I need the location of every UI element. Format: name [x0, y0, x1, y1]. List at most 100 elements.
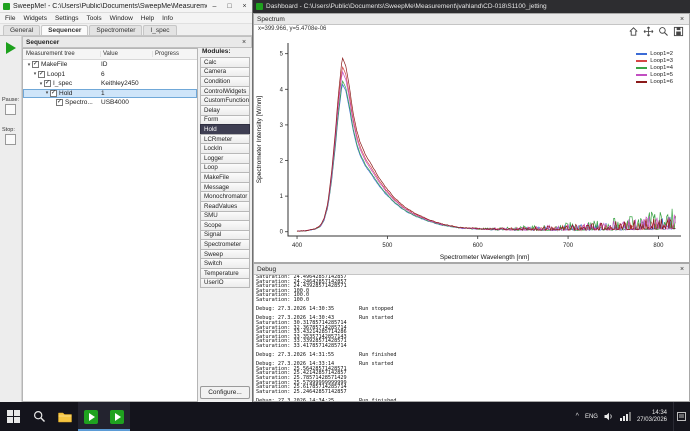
menu-help[interactable]: Help: [141, 15, 154, 22]
start-button[interactable]: [0, 402, 26, 431]
dashboard-app-icon: [256, 3, 263, 10]
notification-center-button[interactable]: [673, 402, 689, 431]
spectrum-panel-header: Spectrum ×: [254, 14, 689, 25]
close-icon[interactable]: ×: [678, 16, 686, 23]
tree-row-spectro[interactable]: ✓Spectro...USB4000: [23, 98, 197, 108]
file-explorer-button[interactable]: [52, 402, 78, 431]
cursor-readout: x=399.966, y=5.4708e-06: [258, 26, 326, 32]
checkbox-icon[interactable]: ✓: [38, 71, 45, 78]
legend-entry-loop12: Loop1=2: [636, 51, 673, 57]
tree-header-progress[interactable]: Progress: [153, 51, 197, 57]
menu-settings[interactable]: Settings: [55, 15, 79, 22]
tab-spectrometer[interactable]: Spectrometer: [89, 25, 142, 35]
sweepme-window: SweepMe! - C:\Users\Public\Documents\Swe…: [0, 0, 253, 402]
close-icon[interactable]: ×: [240, 39, 248, 46]
tab-sequencer[interactable]: Sequencer: [41, 25, 88, 35]
home-icon[interactable]: [628, 26, 639, 37]
x-tick-label: 400: [292, 243, 303, 249]
maximize-button[interactable]: □: [222, 0, 237, 12]
minimize-button[interactable]: –: [207, 0, 222, 12]
dashboard-window: Dashboard - C:\Users\Public\Documents\Sw…: [253, 0, 690, 402]
y-tick-label: 3: [280, 123, 284, 129]
close-button[interactable]: ×: [237, 0, 252, 12]
tree-header-value[interactable]: Value: [101, 51, 153, 57]
spectrum-panel: Spectrum × x=399.966, y=5.4708e-06 40050…: [253, 13, 690, 263]
close-icon[interactable]: ×: [678, 266, 686, 273]
sweepme-taskbar-button[interactable]: [78, 402, 104, 431]
language-indicator[interactable]: ENG: [585, 414, 598, 420]
sequencer-panel-header: Sequencer ×: [22, 36, 252, 48]
modules-list: CalcCameraConditionControlWidgetsCustomF…: [200, 57, 250, 288]
spectrum-chart-area: x=399.966, y=5.4708e-06 4005006007008000…: [254, 25, 689, 262]
legend-entry-loop16: Loop1=6: [636, 79, 673, 85]
menu-file[interactable]: File: [5, 15, 15, 22]
tree-header: Measurement tree Value Progress: [23, 49, 197, 60]
y-tick-label: 2: [280, 159, 284, 165]
menu-tools[interactable]: Tools: [86, 15, 101, 22]
play-icon: [6, 42, 16, 54]
menu-widgets[interactable]: Widgets: [23, 15, 46, 22]
tree-row-ispec[interactable]: ▾✓I_specKeithley2450: [23, 79, 197, 89]
sweepme-app-icon: [3, 3, 10, 10]
x-axis-label: Spectrometer Wavelength [nm]: [440, 254, 530, 261]
tab-general[interactable]: General: [3, 25, 40, 35]
menu-window[interactable]: Window: [110, 15, 133, 22]
clock[interactable]: 14:34 27/03/2026: [637, 410, 667, 424]
network-icon[interactable]: [620, 412, 631, 421]
tree-header-name[interactable]: Measurement tree: [23, 51, 101, 57]
legend-swatch: [636, 81, 647, 83]
chart-toolbar: [628, 26, 684, 37]
window-controls: – □ ×: [207, 0, 252, 12]
sweepme-icon: [84, 410, 98, 424]
checkbox-icon[interactable]: ✓: [32, 61, 39, 68]
y-tick-label: 4: [280, 87, 284, 93]
checkbox-icon[interactable]: ✓: [44, 80, 51, 87]
series-loop13: [297, 67, 675, 231]
pause-button[interactable]: [5, 104, 16, 115]
debug-panel-header: Debug ×: [254, 264, 689, 275]
chart-legend: Loop1=2Loop1=3Loop1=4Loop1=5Loop1=6: [634, 50, 675, 86]
clock-date: 27/03/2026: [637, 417, 667, 424]
legend-entry-loop13: Loop1=3: [636, 58, 673, 64]
modules-panel: Modules: CalcCameraConditionControlWidge…: [200, 48, 250, 402]
checkbox-icon[interactable]: ✓: [56, 99, 63, 106]
dashboard-icon: [110, 410, 124, 424]
volume-icon[interactable]: [604, 412, 614, 421]
debug-log[interactable]: Saturation: 24.49642857142857Saturation:…: [256, 275, 689, 401]
windows-logo-icon: [7, 410, 20, 423]
legend-entry-loop14: Loop1=4: [636, 65, 673, 71]
tree-row-makefile[interactable]: ▾✓MakeFileID: [23, 60, 197, 70]
series-loop14: [297, 81, 675, 231]
pan-icon[interactable]: [643, 26, 654, 37]
tree-row-loop1[interactable]: ▾✓Loop16: [23, 70, 197, 80]
menu-info[interactable]: Info: [162, 15, 173, 22]
y-tick-label: 0: [280, 230, 284, 236]
spectrum-chart[interactable]: 400500600700800012345Spectrometer Wavele…: [254, 25, 689, 264]
debug-panel: Debug × Saturation: 24.49642857142857Sat…: [253, 263, 690, 402]
tab-i_spec[interactable]: I_spec: [143, 25, 176, 35]
dashboard-titlebar[interactable]: Dashboard - C:\Users\Public\Documents\Sw…: [253, 0, 690, 13]
dashboard-taskbar-button[interactable]: [104, 402, 130, 431]
module-userio[interactable]: UserIO: [200, 278, 250, 289]
tray-expand-icon[interactable]: ^: [576, 413, 579, 420]
sweepme-window-title: SweepMe! - C:\Users\Public\Documents\Swe…: [13, 3, 207, 10]
search-button[interactable]: [26, 402, 52, 431]
save-icon[interactable]: [673, 26, 684, 37]
run-strip: Pause: Stop:: [0, 36, 22, 402]
run-button[interactable]: [3, 40, 19, 55]
tree-rows: ▾✓MakeFileID▾✓Loop16▾✓I_specKeithley2450…: [23, 60, 197, 108]
zoom-icon[interactable]: [658, 26, 669, 37]
checkbox-icon[interactable]: ✓: [50, 90, 57, 97]
stop-button[interactable]: [5, 134, 16, 145]
sweepme-titlebar[interactable]: SweepMe! - C:\Users\Public\Documents\Swe…: [0, 0, 252, 13]
x-tick-label: 800: [653, 243, 664, 249]
log-line: Debug: 27.3.2026 14:34:25 Run finished: [256, 399, 689, 401]
dashboard-window-title: Dashboard - C:\Users\Public\Documents\Sw…: [266, 3, 547, 10]
configure-button[interactable]: Configure...: [200, 386, 250, 399]
legend-entry-loop15: Loop1=5: [636, 72, 673, 78]
tree-row-hold[interactable]: ▾✓Hold1: [23, 89, 197, 99]
measurement-tree-panel: Measurement tree Value Progress ▾✓MakeFi…: [22, 48, 198, 402]
pause-label: Pause:: [0, 97, 21, 103]
debug-panel-title: Debug: [257, 266, 276, 273]
search-icon: [33, 410, 46, 423]
